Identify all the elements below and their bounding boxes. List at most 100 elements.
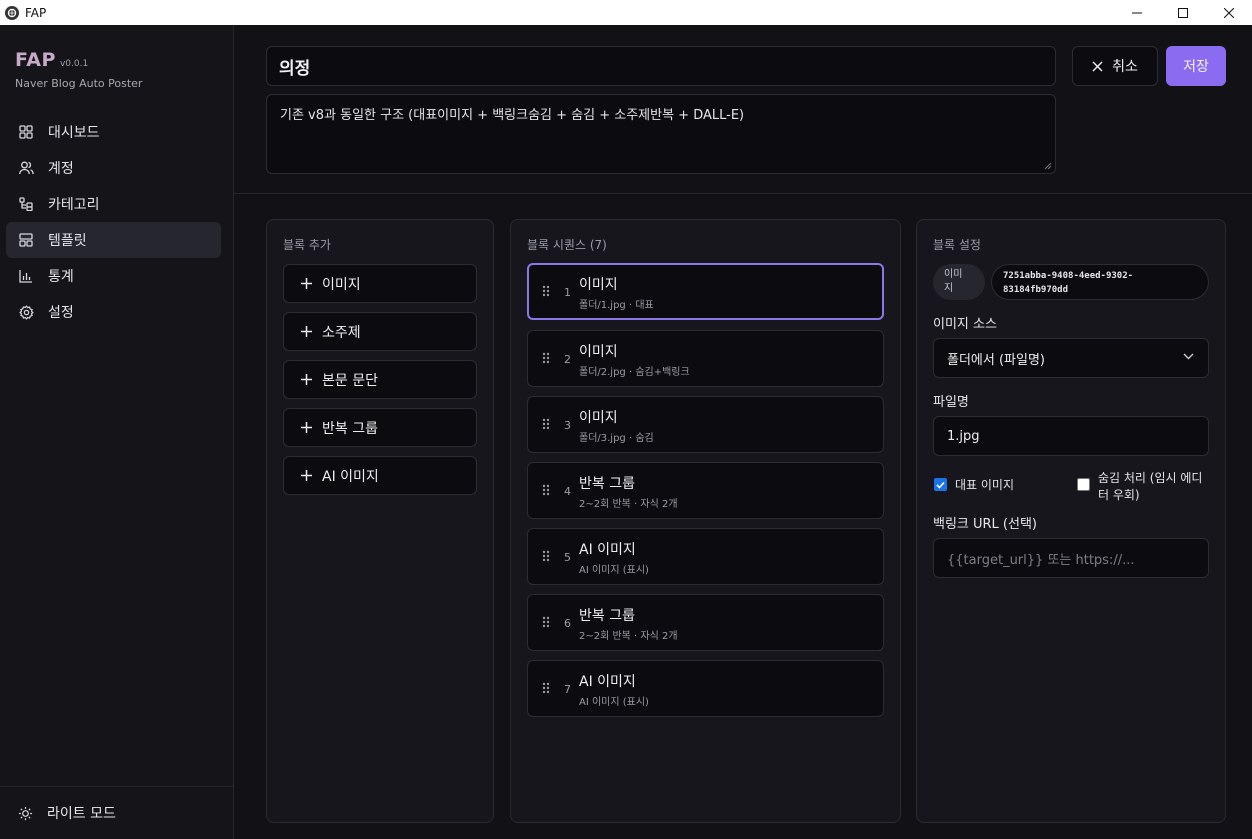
image-source-value: 폴더에서 (파일명) [947, 352, 1045, 368]
drag-handle-icon[interactable] [542, 285, 550, 301]
drag-handle-icon[interactable] [542, 418, 550, 434]
theme-toggle-label: 라이트 모드 [47, 806, 116, 822]
sequence-block[interactable]: 5 AI 이미지 AI 이미지 (표시) [527, 528, 884, 585]
add-button-label: 반복 그룹 [322, 420, 378, 437]
sidebar-item-settings[interactable]: 설정 [6, 294, 221, 330]
block-title: 반복 그룹 [579, 608, 635, 624]
backlink-url-input[interactable]: {{target_url}} 또는 https://... [933, 538, 1209, 578]
block-subtitle: 폴더/2.jpg · 숨김+백링크 [579, 367, 690, 378]
cancel-button[interactable]: 취소 [1072, 46, 1158, 86]
filename-input[interactable]: 1.jpg [933, 416, 1209, 456]
brand-subtitle: Naver Blog Auto Poster [15, 77, 143, 90]
image-source-label: 이미지 소스 [933, 317, 997, 332]
gear-icon [18, 304, 34, 320]
add-image-button[interactable]: 이미지 [283, 264, 477, 303]
dashboard-icon [18, 124, 34, 140]
template-title-input[interactable]: 의정 [266, 46, 1056, 86]
bar-chart-icon [18, 268, 34, 284]
block-title: 반복 그룹 [579, 476, 635, 492]
drag-handle-icon[interactable] [542, 616, 550, 632]
app-logo-icon [5, 5, 19, 20]
block-title: AI 이미지 [579, 542, 636, 558]
sidebar-item-accounts[interactable]: 계정 [6, 150, 221, 186]
add-block-panel: 블록 추가 이미지 소주제 본문 문단 반복 그룹 AI 이미지 [266, 219, 494, 823]
hide-checkbox-label: 숨김 처리 (임시 에디 [1098, 471, 1203, 485]
sequence-block[interactable]: 4 반복 그룹 2~2회 반복 · 자식 2개 [527, 462, 884, 519]
theme-toggle[interactable]: 라이트 모드 [0, 786, 233, 839]
plus-icon [301, 470, 312, 481]
add-paragraph-button[interactable]: 본문 문단 [283, 360, 477, 399]
sidebar: FAP v0.0.1 Naver Blog Auto Poster 대시보드 계정… [0, 25, 234, 839]
hide-checkbox-label: 터 우회) [1098, 488, 1140, 502]
sequence-block[interactable]: 6 반복 그룹 2~2회 반복 · 자식 2개 [527, 594, 884, 651]
sidebar-item-stats[interactable]: 통계 [6, 258, 221, 294]
maximize-button[interactable] [1160, 0, 1206, 25]
drag-handle-icon[interactable] [542, 550, 550, 566]
hide-checkbox-row[interactable]: 숨김 처리 (임시 에디 터 우회) [1077, 469, 1202, 503]
sidebar-item-label: 계정 [48, 161, 74, 177]
drag-handle-icon[interactable] [542, 682, 550, 698]
brand: FAP v0.0.1 Naver Blog Auto Poster [15, 49, 142, 90]
block-number: 1 [564, 286, 571, 299]
resize-grip-icon[interactable] [1044, 162, 1052, 170]
block-title: 이미지 [579, 410, 618, 426]
add-button-label: 소주제 [322, 324, 361, 341]
close-icon [1092, 60, 1103, 72]
hide-checkbox[interactable] [1077, 478, 1090, 491]
sidebar-nav: 대시보드 계정 카테고리 템플릿 통계 설정 [6, 114, 221, 330]
users-icon [18, 160, 34, 176]
block-type-badge-line: 이미 [944, 269, 963, 280]
drag-handle-icon[interactable] [542, 352, 550, 368]
sequence-block[interactable]: 1 이미지 폴더/1.jpg · 대표 [527, 263, 884, 320]
block-subtitle: 2~2회 반복 · 자식 2개 [579, 631, 678, 642]
add-repeat-group-button[interactable]: 반복 그룹 [283, 408, 477, 447]
cancel-button-label: 취소 [1112, 59, 1138, 75]
thumbnail-checkbox[interactable] [934, 478, 947, 491]
filename-value: 1.jpg [947, 428, 980, 444]
plus-icon [301, 278, 312, 289]
block-settings-panel: 블록 설정 이미 지 7251abba-9408-4eed-9302- 8318… [916, 219, 1226, 823]
plus-icon [301, 374, 312, 385]
block-number: 4 [564, 485, 571, 498]
add-ai-image-button[interactable]: AI 이미지 [283, 456, 477, 495]
sidebar-item-label: 설정 [48, 305, 74, 321]
block-title: AI 이미지 [579, 674, 636, 690]
sidebar-item-categories[interactable]: 카테고리 [6, 186, 221, 222]
close-icon [1224, 7, 1234, 18]
template-description-textarea[interactable]: 기존 v8과 동일한 구조 (대표이미지 + 백링크숨김 + 숨김 + 소주제반… [266, 94, 1056, 174]
drag-handle-icon[interactable] [542, 484, 550, 500]
backlink-url-placeholder: {{target_url}} 또는 https://... [947, 552, 1135, 568]
image-source-select[interactable]: 폴더에서 (파일명) [933, 338, 1209, 378]
block-subtitle: AI 이미지 (표시) [579, 565, 649, 576]
block-id-line: 7251abba-9408-4eed-9302- [1003, 271, 1134, 281]
block-sequence-panel: 블록 시퀀스 (7) 1 이미지 폴더/1.jpg · 대표 2 이미지 폴더/… [510, 219, 901, 823]
save-button[interactable]: 저장 [1166, 46, 1226, 86]
sequence-block[interactable]: 7 AI 이미지 AI 이미지 (표시) [527, 660, 884, 717]
close-window-button[interactable] [1206, 0, 1252, 25]
block-subtitle: 폴더/3.jpg · 숨김 [579, 433, 654, 444]
block-type-badge: 이미 지 [933, 264, 985, 300]
block-number: 2 [564, 353, 571, 366]
block-settings-panel-title: 블록 설정 [933, 238, 981, 252]
block-id-line: 83184fb970dd [1003, 285, 1069, 295]
sidebar-item-templates[interactable]: 템플릿 [6, 222, 221, 258]
add-subtopic-button[interactable]: 소주제 [283, 312, 477, 351]
minimize-button[interactable] [1114, 0, 1160, 25]
block-subtitle: 2~2회 반복 · 자식 2개 [579, 499, 678, 510]
add-button-label: AI 이미지 [322, 468, 379, 485]
block-number: 7 [564, 683, 571, 696]
add-button-label: 이미지 [322, 276, 361, 293]
block-title: 이미지 [579, 277, 618, 293]
minimize-icon [1132, 12, 1142, 13]
sidebar-item-label: 대시보드 [48, 125, 100, 141]
sequence-block[interactable]: 2 이미지 폴더/2.jpg · 숨김+백링크 [527, 330, 884, 387]
sidebar-item-label: 템플릿 [48, 233, 87, 249]
sidebar-item-dashboard[interactable]: 대시보드 [6, 114, 221, 150]
plus-icon [301, 422, 312, 433]
sequence-block[interactable]: 3 이미지 폴더/3.jpg · 숨김 [527, 396, 884, 453]
thumbnail-checkbox-label: 대표 이미지 [955, 478, 1015, 492]
thumbnail-checkbox-row[interactable]: 대표 이미지 [934, 476, 1014, 493]
window-titlebar: FAP [0, 0, 1252, 25]
add-block-panel-title: 블록 추가 [283, 238, 331, 252]
block-number: 3 [564, 419, 571, 432]
